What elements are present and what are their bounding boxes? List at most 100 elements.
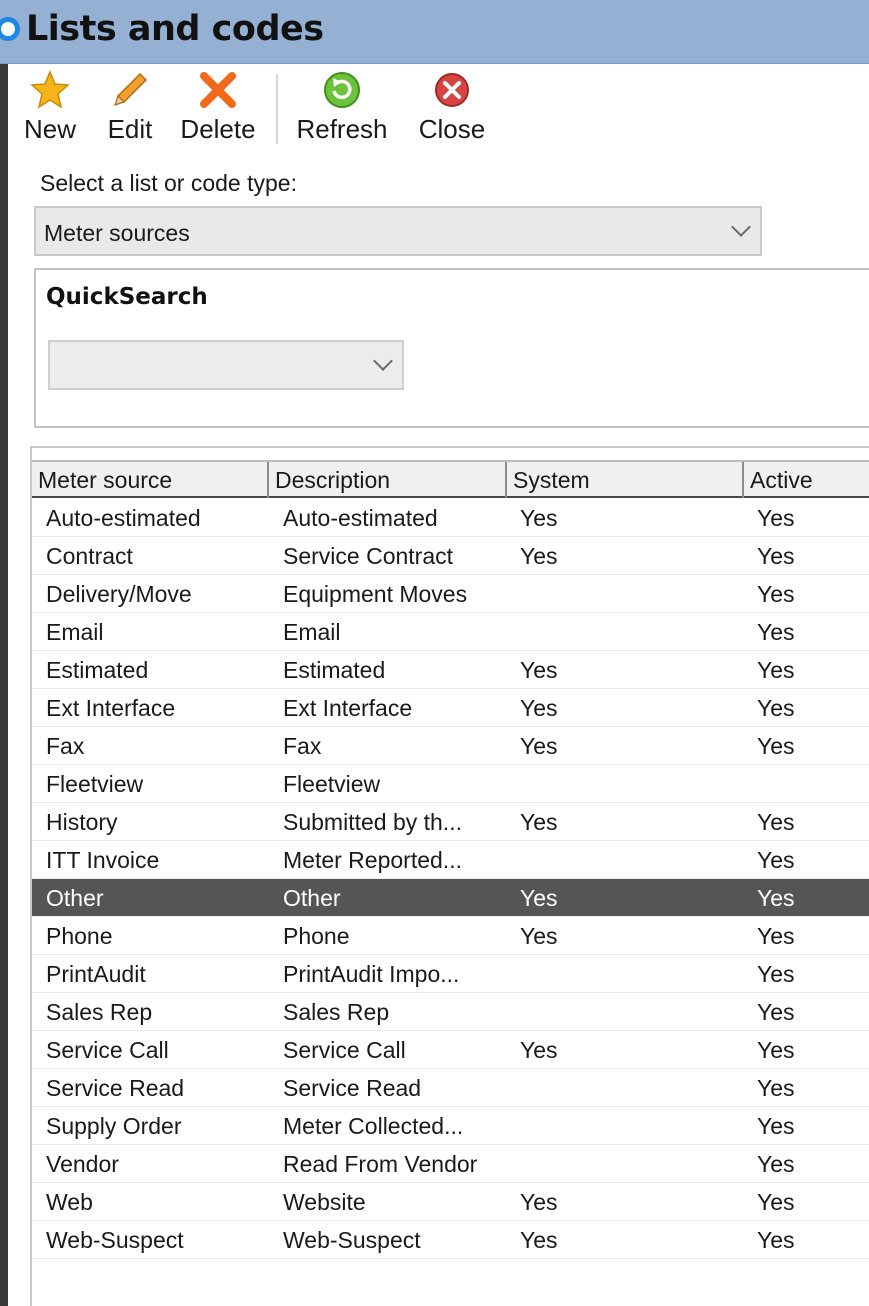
- cell-active: Yes: [757, 695, 795, 721]
- cell-system: Yes: [520, 505, 558, 531]
- table-row[interactable]: Fax Fax Yes Yes: [32, 727, 869, 765]
- table-row[interactable]: Fleetview Fleetview: [32, 765, 869, 803]
- window-left-edge: [0, 0, 8, 1306]
- list-type-label: Select a list or code type:: [40, 170, 297, 196]
- edit-button[interactable]: Edit: [98, 70, 162, 154]
- cell-active: Yes: [757, 809, 795, 835]
- cell-active: Yes: [757, 885, 795, 911]
- column-header-description[interactable]: Description: [269, 462, 507, 498]
- cell-meter-source: Contract: [46, 543, 133, 569]
- window-indicator-icon: [0, 17, 20, 41]
- cell-description: Email: [283, 619, 341, 645]
- cell-description: Website: [283, 1189, 366, 1215]
- toolbar-separator: [276, 74, 278, 144]
- cell-description: Other: [283, 885, 341, 911]
- chevron-down-icon: [731, 217, 751, 237]
- cell-description: Auto-estimated: [283, 505, 438, 531]
- table-row[interactable]: Ext Interface Ext Interface Yes Yes: [32, 689, 869, 727]
- cell-description: Fax: [283, 733, 322, 759]
- cell-active: Yes: [757, 961, 795, 987]
- grid-rows: Auto-estimated Auto-estimated Yes Yes Contra…: [32, 499, 869, 1259]
- cell-meter-source: History: [46, 809, 118, 835]
- table-row[interactable]: Service Read Service Read Yes: [32, 1069, 869, 1107]
- cell-description: Ext Interface: [283, 695, 413, 721]
- table-row[interactable]: ITT Invoice Meter Reported... Yes: [32, 841, 869, 879]
- title-bar: Lists and codes: [0, 0, 869, 64]
- cell-meter-source: Service Read: [46, 1075, 185, 1101]
- meter-sources-grid: Meter source Description System Active A…: [30, 446, 869, 1306]
- cell-meter-source: Ext Interface: [46, 695, 176, 721]
- delete-button[interactable]: Delete: [174, 70, 262, 154]
- quicksearch-panel: QuickSearch: [34, 268, 869, 428]
- table-row[interactable]: Email Email Yes: [32, 613, 869, 651]
- cell-active: Yes: [757, 1189, 795, 1215]
- table-row[interactable]: Vendor Read From Vendor Yes: [32, 1145, 869, 1183]
- quicksearch-dropdown[interactable]: [48, 340, 404, 390]
- cell-active: Yes: [757, 543, 795, 569]
- table-row[interactable]: History Submitted by th... Yes Yes: [32, 803, 869, 841]
- cell-description: Fleetview: [283, 771, 381, 797]
- red-circle-x-icon: [435, 73, 469, 107]
- cell-description: PrintAudit Impo...: [283, 961, 460, 987]
- star-icon: [30, 70, 70, 109]
- table-row[interactable]: Sales Rep Sales Rep Yes: [32, 993, 869, 1031]
- table-row[interactable]: Supply Order Meter Collected... Yes: [32, 1107, 869, 1145]
- cell-meter-source: Email: [46, 619, 104, 645]
- cell-meter-source: ITT Invoice: [46, 847, 160, 873]
- table-row[interactable]: PrintAudit PrintAudit Impo... Yes: [32, 955, 869, 993]
- cell-description: Meter Collected...: [283, 1113, 464, 1139]
- cell-active: Yes: [757, 733, 795, 759]
- cell-meter-source: Estimated: [46, 657, 149, 683]
- cell-system: Yes: [520, 1189, 558, 1215]
- delete-button-label: Delete: [180, 114, 256, 144]
- cell-description: Meter Reported...: [283, 847, 462, 873]
- cell-system: Yes: [520, 657, 558, 683]
- column-header-meter-source[interactable]: Meter source: [32, 462, 269, 498]
- cell-meter-source: Web: [46, 1189, 93, 1215]
- cell-description: Sales Rep: [283, 999, 390, 1025]
- table-row[interactable]: Web-Suspect Web-Suspect Yes Yes: [32, 1221, 869, 1259]
- table-row[interactable]: Phone Phone Yes Yes: [32, 917, 869, 955]
- cell-meter-source: PrintAudit: [46, 961, 146, 987]
- cell-meter-source: Auto-estimated: [46, 505, 201, 531]
- cell-system: Yes: [520, 1037, 558, 1063]
- list-type-value: Meter sources: [44, 220, 190, 246]
- cell-meter-source: Sales Rep: [46, 999, 153, 1025]
- column-header-active[interactable]: Active: [744, 462, 869, 498]
- window-title: Lists and codes: [26, 9, 324, 49]
- cell-description: Estimated: [283, 657, 386, 683]
- cell-active: Yes: [757, 581, 795, 607]
- cell-system: Yes: [520, 923, 558, 949]
- table-row[interactable]: Service Call Service Call Yes Yes: [32, 1031, 869, 1069]
- cell-description: Phone: [283, 923, 350, 949]
- close-button[interactable]: Close: [412, 70, 492, 154]
- cell-description: Service Call: [283, 1037, 406, 1063]
- red-x-icon: [200, 72, 236, 108]
- green-refresh-icon: [324, 72, 360, 108]
- list-type-dropdown[interactable]: Meter sources: [34, 206, 762, 256]
- refresh-button[interactable]: Refresh: [294, 70, 390, 154]
- table-row[interactable]: Other Other Yes Yes: [32, 879, 869, 917]
- cell-meter-source: Supply Order: [46, 1113, 182, 1139]
- table-row[interactable]: Estimated Estimated Yes Yes: [32, 651, 869, 689]
- table-row[interactable]: Web Website Yes Yes: [32, 1183, 869, 1221]
- quicksearch-title: QuickSearch: [46, 284, 208, 310]
- table-row[interactable]: Auto-estimated Auto-estimated Yes Yes: [32, 499, 869, 537]
- new-button[interactable]: New: [18, 70, 82, 154]
- cell-system: Yes: [520, 695, 558, 721]
- cell-active: Yes: [757, 505, 795, 531]
- close-button-label: Close: [418, 114, 486, 144]
- cell-meter-source: Web-Suspect: [46, 1227, 184, 1253]
- cell-system: Yes: [520, 1227, 558, 1253]
- cell-active: Yes: [757, 923, 795, 949]
- table-row[interactable]: Delivery/Move Equipment Moves Yes: [32, 575, 869, 613]
- cell-active: Yes: [757, 1151, 795, 1177]
- table-row[interactable]: Contract Service Contract Yes Yes: [32, 537, 869, 575]
- cell-active: Yes: [757, 1113, 795, 1139]
- cell-active: Yes: [757, 1037, 795, 1063]
- cell-active: Yes: [757, 999, 795, 1025]
- cell-system: Yes: [520, 809, 558, 835]
- cell-active: Yes: [757, 1227, 795, 1253]
- column-header-system[interactable]: System: [507, 462, 744, 498]
- refresh-button-label: Refresh: [296, 114, 388, 144]
